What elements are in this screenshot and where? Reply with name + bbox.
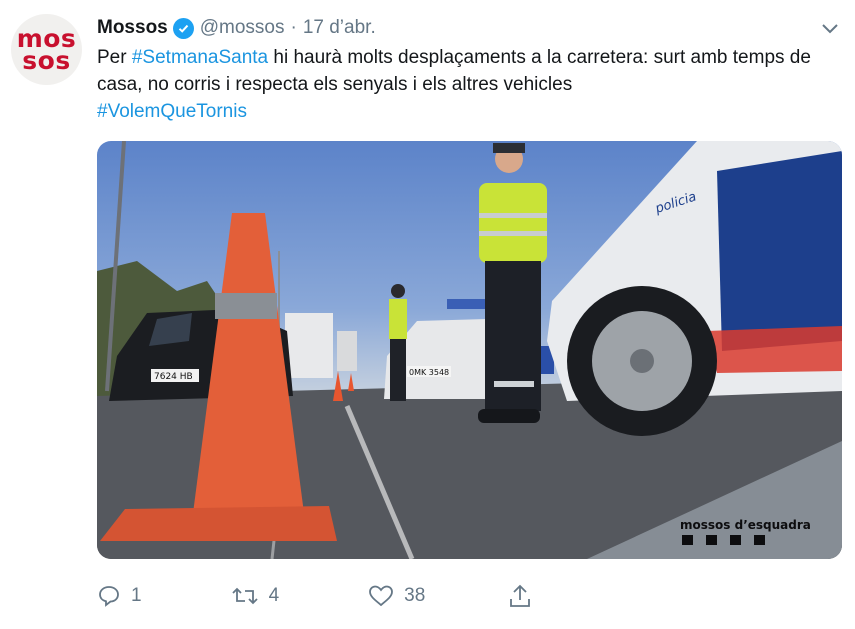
tweet-text: Per #SetmanaSanta hi haurà molts desplaç… [97, 44, 817, 125]
cone-small [333, 371, 343, 401]
hashtag-volemquetornis[interactable]: #VolemQueTornis [97, 101, 247, 122]
tweet-actions: 1 4 38 [97, 580, 532, 612]
hashtag-setmanasanta[interactable]: #SetmanaSanta [132, 47, 268, 68]
author-handle[interactable]: @mossos [200, 17, 285, 39]
reply-count: 1 [131, 585, 142, 606]
tweet-date[interactable]: 17 d’abr. [303, 17, 376, 39]
retweet-count: 4 [268, 585, 280, 606]
share-icon [508, 583, 532, 609]
license-plate-center-text: 0MK 3548 [409, 368, 449, 377]
verified-badge-icon [172, 17, 194, 39]
license-plate-left-text: 7624 HB [154, 372, 193, 382]
tweet-header: Mossos @mossos · 17 d’abr. [97, 14, 376, 42]
reply-icon [97, 584, 121, 608]
tweet-photo[interactable]: 7624 HB 0MK 3548 policia mossos d’esquad… [97, 141, 842, 559]
heart-icon [368, 584, 394, 608]
officer-main [479, 183, 547, 263]
chevron-down-icon[interactable] [819, 18, 841, 40]
officer-distant [389, 299, 407, 339]
header-separator: · [290, 17, 297, 38]
share-button[interactable] [508, 583, 532, 609]
avatar-line-2: sos [22, 45, 71, 75]
like-button[interactable]: 38 [368, 584, 425, 608]
truck [285, 313, 333, 378]
author-name[interactable]: Mossos [97, 17, 168, 39]
reply-button[interactable]: 1 [97, 584, 142, 608]
watermark-text: mossos d’esquadra [680, 518, 811, 532]
avatar[interactable]: mos sos [11, 14, 82, 85]
tweet-text-intro: Per [97, 47, 132, 68]
like-count: 38 [404, 585, 426, 606]
retweet-icon [231, 584, 259, 608]
retweet-button[interactable]: 4 [231, 584, 280, 608]
